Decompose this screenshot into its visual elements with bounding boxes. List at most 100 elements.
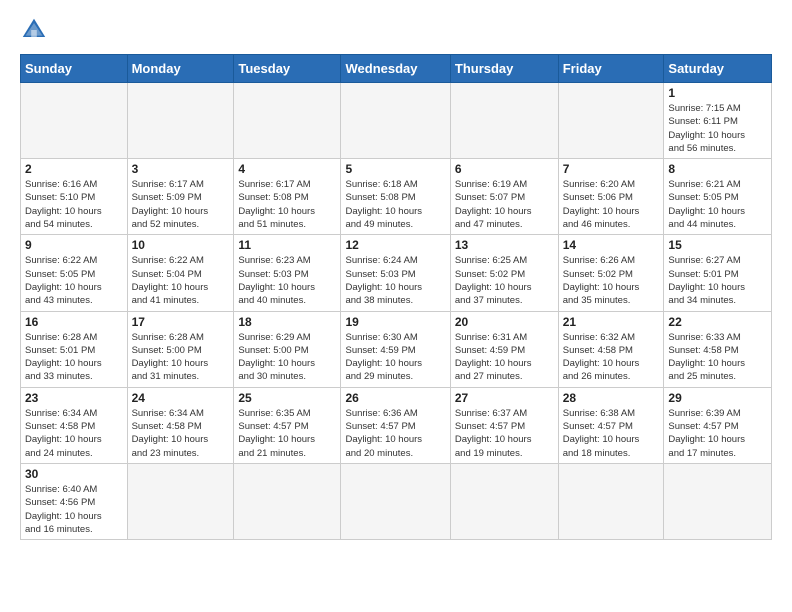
day-number: 7 (563, 162, 660, 176)
calendar-cell (450, 463, 558, 539)
day-info: Sunrise: 6:16 AM Sunset: 5:10 PM Dayligh… (25, 178, 123, 231)
calendar: SundayMondayTuesdayWednesdayThursdayFrid… (20, 54, 772, 540)
day-info: Sunrise: 6:30 AM Sunset: 4:59 PM Dayligh… (345, 331, 445, 384)
calendar-cell (234, 463, 341, 539)
day-number: 28 (563, 391, 660, 405)
calendar-cell (127, 83, 234, 159)
calendar-cell (450, 83, 558, 159)
day-info: Sunrise: 6:28 AM Sunset: 5:00 PM Dayligh… (132, 331, 230, 384)
day-info: Sunrise: 6:24 AM Sunset: 5:03 PM Dayligh… (345, 254, 445, 307)
calendar-cell: 19 Sunrise: 6:30 AM Sunset: 4:59 PM Dayli… (341, 311, 450, 387)
calendar-cell: 23 Sunrise: 6:34 AM Sunset: 4:58 PM Dayli… (21, 387, 128, 463)
calendar-cell: 28 Sunrise: 6:38 AM Sunset: 4:57 PM Dayli… (558, 387, 664, 463)
day-number: 5 (345, 162, 445, 176)
calendar-week-4: 23 Sunrise: 6:34 AM Sunset: 4:58 PM Dayli… (21, 387, 772, 463)
day-number: 4 (238, 162, 336, 176)
calendar-cell: 29 Sunrise: 6:39 AM Sunset: 4:57 PM Dayli… (664, 387, 772, 463)
calendar-week-5: 30Sunrise: 6:40 AM Sunset: 4:56 PM Dayli… (21, 463, 772, 539)
calendar-cell (341, 463, 450, 539)
day-number: 11 (238, 238, 336, 252)
calendar-cell: 17 Sunrise: 6:28 AM Sunset: 5:00 PM Dayli… (127, 311, 234, 387)
day-info: Sunrise: 6:33 AM Sunset: 4:58 PM Dayligh… (668, 331, 767, 384)
day-info: Sunrise: 6:34 AM Sunset: 4:58 PM Dayligh… (132, 407, 230, 460)
day-info: Sunrise: 6:35 AM Sunset: 4:57 PM Dayligh… (238, 407, 336, 460)
day-number: 3 (132, 162, 230, 176)
calendar-cell: 14Sunrise: 6:26 AM Sunset: 5:02 PM Dayli… (558, 235, 664, 311)
calendar-cell (234, 83, 341, 159)
calendar-cell: 13Sunrise: 6:25 AM Sunset: 5:02 PM Dayli… (450, 235, 558, 311)
calendar-cell: 12 Sunrise: 6:24 AM Sunset: 5:03 PM Dayli… (341, 235, 450, 311)
calendar-header-thursday: Thursday (450, 55, 558, 83)
calendar-cell: 9 Sunrise: 6:22 AM Sunset: 5:05 PM Daylig… (21, 235, 128, 311)
day-info: Sunrise: 6:20 AM Sunset: 5:06 PM Dayligh… (563, 178, 660, 231)
calendar-header-saturday: Saturday (664, 55, 772, 83)
calendar-header-row: SundayMondayTuesdayWednesdayThursdayFrid… (21, 55, 772, 83)
calendar-cell: 2Sunrise: 6:16 AM Sunset: 5:10 PM Daylig… (21, 159, 128, 235)
day-info: Sunrise: 6:28 AM Sunset: 5:01 PM Dayligh… (25, 331, 123, 384)
calendar-cell: 10Sunrise: 6:22 AM Sunset: 5:04 PM Dayli… (127, 235, 234, 311)
day-info: Sunrise: 6:31 AM Sunset: 4:59 PM Dayligh… (455, 331, 554, 384)
day-number: 25 (238, 391, 336, 405)
calendar-cell: 21 Sunrise: 6:32 AM Sunset: 4:58 PM Dayli… (558, 311, 664, 387)
calendar-cell (21, 83, 128, 159)
calendar-cell: 1Sunrise: 7:15 AM Sunset: 6:11 PM Daylig… (664, 83, 772, 159)
calendar-cell: 11 Sunrise: 6:23 AM Sunset: 5:03 PM Dayli… (234, 235, 341, 311)
day-number: 15 (668, 238, 767, 252)
day-info: Sunrise: 6:23 AM Sunset: 5:03 PM Dayligh… (238, 254, 336, 307)
day-info: Sunrise: 6:38 AM Sunset: 4:57 PM Dayligh… (563, 407, 660, 460)
day-number: 10 (132, 238, 230, 252)
calendar-header-monday: Monday (127, 55, 234, 83)
calendar-header-sunday: Sunday (21, 55, 128, 83)
calendar-week-3: 16 Sunrise: 6:28 AM Sunset: 5:01 PM Dayli… (21, 311, 772, 387)
day-info: Sunrise: 6:22 AM Sunset: 5:05 PM Dayligh… (25, 254, 123, 307)
calendar-cell: 5Sunrise: 6:18 AM Sunset: 5:08 PM Daylig… (341, 159, 450, 235)
day-info: Sunrise: 6:32 AM Sunset: 4:58 PM Dayligh… (563, 331, 660, 384)
day-info: Sunrise: 6:19 AM Sunset: 5:07 PM Dayligh… (455, 178, 554, 231)
day-info: Sunrise: 6:17 AM Sunset: 5:08 PM Dayligh… (238, 178, 336, 231)
day-number: 21 (563, 315, 660, 329)
day-info: Sunrise: 6:17 AM Sunset: 5:09 PM Dayligh… (132, 178, 230, 231)
calendar-cell (558, 83, 664, 159)
calendar-cell: 7 Sunrise: 6:20 AM Sunset: 5:06 PM Daylig… (558, 159, 664, 235)
day-number: 27 (455, 391, 554, 405)
day-info: Sunrise: 6:39 AM Sunset: 4:57 PM Dayligh… (668, 407, 767, 460)
day-number: 24 (132, 391, 230, 405)
day-info: Sunrise: 6:40 AM Sunset: 4:56 PM Dayligh… (25, 483, 123, 536)
calendar-header-tuesday: Tuesday (234, 55, 341, 83)
calendar-cell: 15Sunrise: 6:27 AM Sunset: 5:01 PM Dayli… (664, 235, 772, 311)
day-number: 14 (563, 238, 660, 252)
day-number: 26 (345, 391, 445, 405)
calendar-week-0: 1Sunrise: 7:15 AM Sunset: 6:11 PM Daylig… (21, 83, 772, 159)
day-number: 22 (668, 315, 767, 329)
day-info: Sunrise: 6:21 AM Sunset: 5:05 PM Dayligh… (668, 178, 767, 231)
calendar-header-wednesday: Wednesday (341, 55, 450, 83)
day-number: 17 (132, 315, 230, 329)
day-number: 23 (25, 391, 123, 405)
day-number: 16 (25, 315, 123, 329)
calendar-cell (127, 463, 234, 539)
calendar-cell: 25 Sunrise: 6:35 AM Sunset: 4:57 PM Dayli… (234, 387, 341, 463)
day-number: 8 (668, 162, 767, 176)
calendar-cell: 8 Sunrise: 6:21 AM Sunset: 5:05 PM Daylig… (664, 159, 772, 235)
page: SundayMondayTuesdayWednesdayThursdayFrid… (0, 0, 792, 560)
day-number: 20 (455, 315, 554, 329)
calendar-cell: 16 Sunrise: 6:28 AM Sunset: 5:01 PM Dayli… (21, 311, 128, 387)
logo (20, 16, 52, 44)
day-info: Sunrise: 6:29 AM Sunset: 5:00 PM Dayligh… (238, 331, 336, 384)
day-info: Sunrise: 6:34 AM Sunset: 4:58 PM Dayligh… (25, 407, 123, 460)
calendar-cell (664, 463, 772, 539)
day-number: 29 (668, 391, 767, 405)
day-number: 1 (668, 86, 767, 100)
day-number: 12 (345, 238, 445, 252)
day-number: 13 (455, 238, 554, 252)
calendar-cell: 20 Sunrise: 6:31 AM Sunset: 4:59 PM Dayli… (450, 311, 558, 387)
calendar-cell: 4 Sunrise: 6:17 AM Sunset: 5:08 PM Daylig… (234, 159, 341, 235)
calendar-cell: 30Sunrise: 6:40 AM Sunset: 4:56 PM Dayli… (21, 463, 128, 539)
calendar-cell (341, 83, 450, 159)
calendar-cell (558, 463, 664, 539)
day-number: 19 (345, 315, 445, 329)
calendar-header-friday: Friday (558, 55, 664, 83)
day-number: 9 (25, 238, 123, 252)
day-info: Sunrise: 6:37 AM Sunset: 4:57 PM Dayligh… (455, 407, 554, 460)
calendar-week-1: 2Sunrise: 6:16 AM Sunset: 5:10 PM Daylig… (21, 159, 772, 235)
